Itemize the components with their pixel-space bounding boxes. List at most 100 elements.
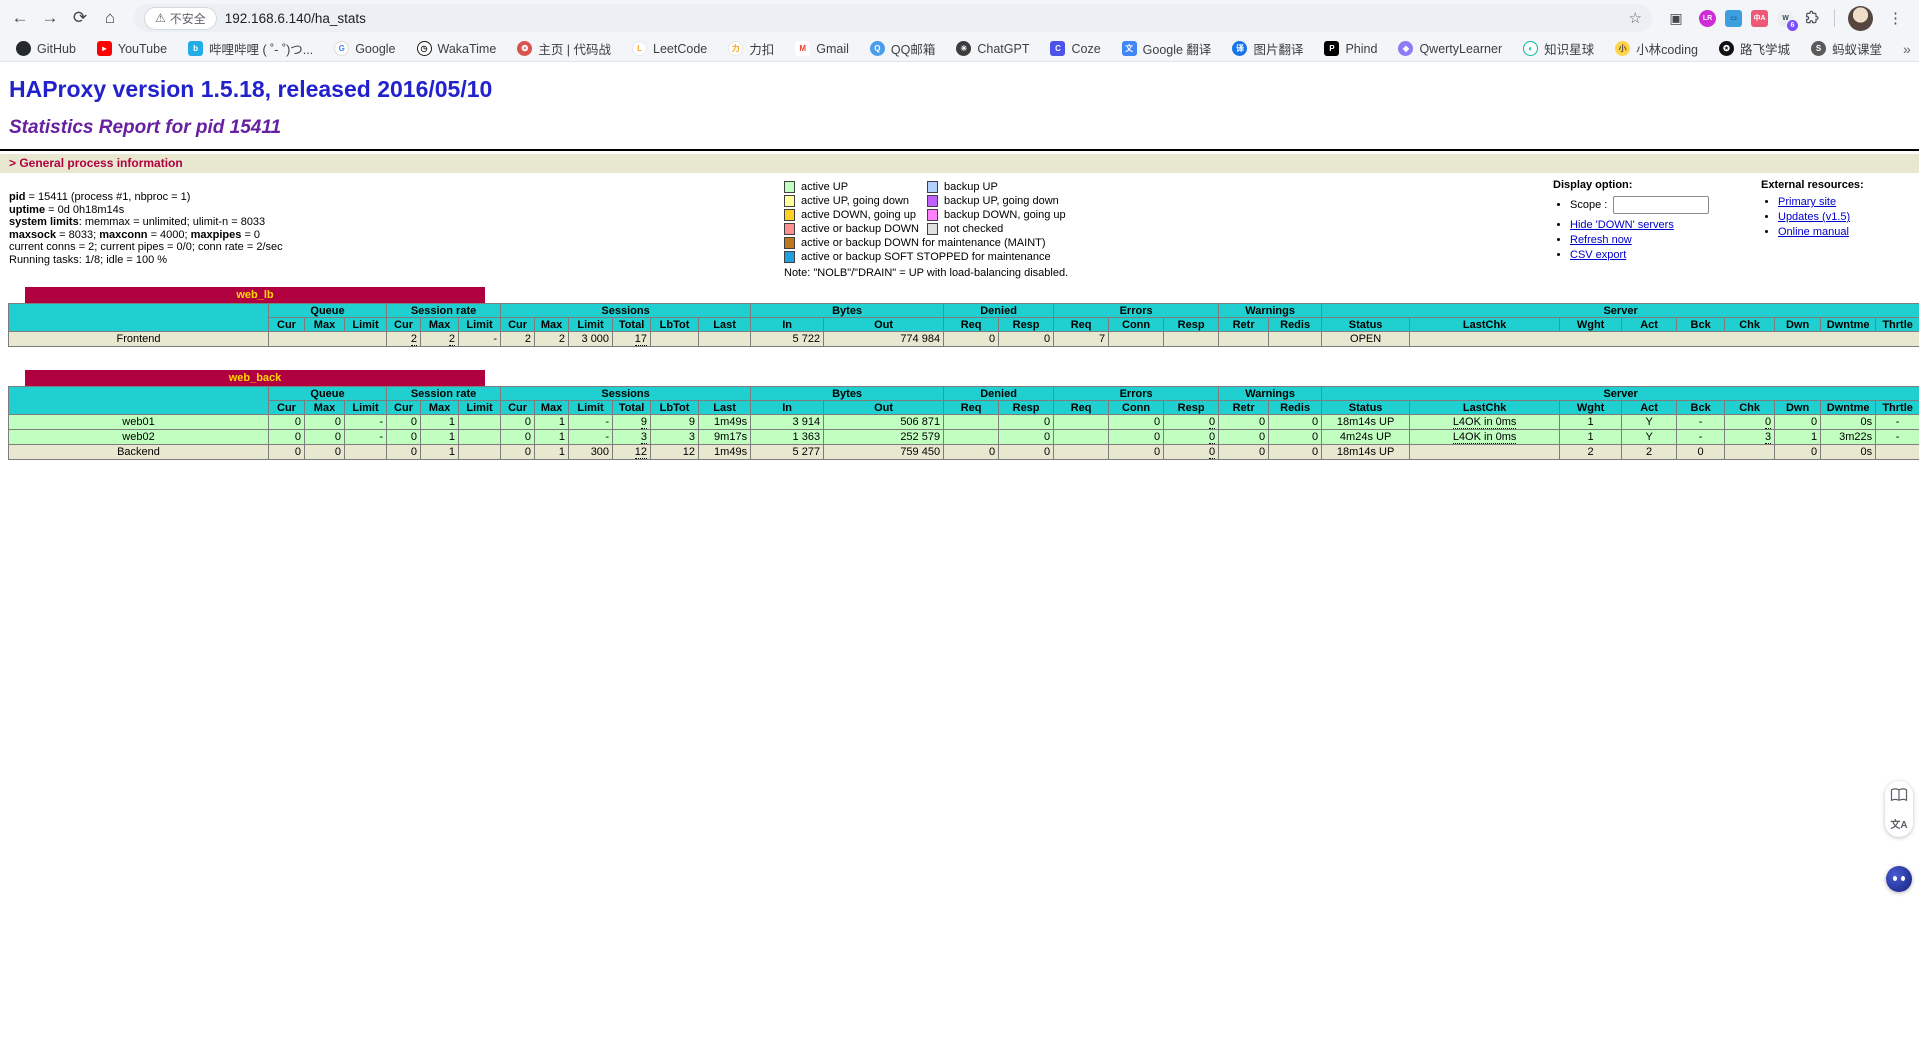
- bookmark-item[interactable]: ✪路飞学城: [1719, 39, 1790, 58]
- column-header: Cur: [501, 401, 535, 415]
- column-header: Cur: [501, 318, 535, 332]
- column-header: Redis: [1269, 401, 1322, 415]
- profile-avatar[interactable]: [1848, 6, 1873, 31]
- bookmark-star-icon[interactable]: ☆: [1629, 9, 1642, 27]
- stat-cell: 0: [999, 415, 1054, 430]
- corner-header: [9, 387, 269, 415]
- extensions-puzzle-icon[interactable]: [1803, 9, 1821, 27]
- lr-extension-icon[interactable]: LR: [1699, 10, 1716, 27]
- stat-cell: 0: [999, 430, 1054, 445]
- bookmark-item[interactable]: 文Google 翻译: [1122, 39, 1212, 58]
- security-chip[interactable]: ⚠ 不安全: [144, 7, 217, 30]
- group-header: Queue: [269, 387, 387, 401]
- bookmark-item[interactable]: ◐知识星球: [1523, 39, 1594, 58]
- bookmark-item[interactable]: GitHub: [16, 41, 76, 56]
- stat-cell: -: [1677, 415, 1725, 430]
- address-bar[interactable]: ⚠ 不安全 192.168.6.140/ha_stats ☆: [134, 4, 1652, 32]
- browser-menu-icon[interactable]: ⋮: [1882, 9, 1909, 27]
- option-link[interactable]: Primary site: [1778, 196, 1836, 208]
- group-header: Warnings: [1219, 304, 1322, 318]
- translate-extension-icon[interactable]: 中A: [1751, 10, 1768, 27]
- bookmark-label: 力扣: [749, 39, 774, 58]
- stat-cell: 0: [1219, 415, 1269, 430]
- stat-cell: [459, 430, 501, 445]
- toolbar-right: ▣ LR ▭ 中A W6 ⋮: [1662, 4, 1913, 32]
- bookmark-item[interactable]: PPhind: [1324, 41, 1377, 56]
- scope-row: Scope :: [1570, 196, 1761, 214]
- bookmark-favicon: 小: [1615, 41, 1630, 56]
- bookmark-item[interactable]: CCoze: [1050, 41, 1100, 56]
- bookmark-item[interactable]: ▸YouTube: [97, 41, 167, 56]
- w-extension-icon[interactable]: W6: [1777, 10, 1794, 27]
- extension-icons: LR ▭ 中A W6: [1699, 10, 1794, 27]
- screenshot-extension-icon[interactable]: ▭: [1725, 10, 1742, 27]
- stat-cell: 0: [1269, 415, 1322, 430]
- assistant-button[interactable]: [1886, 866, 1912, 892]
- legend-label: backup UP, going down: [940, 195, 1072, 207]
- column-header: Resp: [1164, 401, 1219, 415]
- bookmark-item[interactable]: 力力扣: [728, 39, 774, 58]
- group-header: Sessions: [501, 304, 751, 318]
- stat-cell: 0: [1775, 415, 1821, 430]
- option-item: Refresh now: [1570, 234, 1761, 246]
- stat-cell: [1269, 332, 1322, 347]
- bookmarks-overflow-chevron[interactable]: »: [1903, 41, 1919, 57]
- page-title[interactable]: HAProxy version 1.5.18, released 2016/05…: [9, 76, 1919, 103]
- stat-cell: 0: [1269, 445, 1322, 460]
- bookmark-item[interactable]: ✳ChatGPT: [956, 41, 1029, 56]
- stat-cell: 2: [501, 332, 535, 347]
- home-icon[interactable]: ⌂: [96, 4, 124, 32]
- stat-cell: 0: [269, 430, 305, 445]
- bookmark-item[interactable]: ◷WakaTime: [417, 41, 497, 56]
- bookmark-item[interactable]: S蚂蚁课堂: [1811, 39, 1882, 58]
- bookmark-item[interactable]: 小小林coding: [1615, 39, 1698, 58]
- bookmark-item[interactable]: ◆QwertyLearner: [1398, 41, 1502, 56]
- bookmark-label: 知识星球: [1544, 39, 1594, 58]
- option-link[interactable]: Refresh now: [1570, 234, 1632, 246]
- stat-cell: -: [1876, 415, 1919, 430]
- group-header: Denied: [944, 387, 1054, 401]
- row-label: Backend: [9, 445, 269, 460]
- option-link[interactable]: Online manual: [1778, 226, 1849, 238]
- bookmark-label: QwertyLearner: [1419, 42, 1502, 56]
- group-header: Sessions: [501, 387, 751, 401]
- bookmark-item[interactable]: LLeetCode: [632, 41, 707, 56]
- bookmark-item[interactable]: b哔哩哔哩 ( ˚- ˚)つ...: [188, 39, 313, 58]
- stat-cell: 506 871: [824, 415, 944, 430]
- option-link[interactable]: CSV export: [1570, 249, 1626, 261]
- bookmark-label: ChatGPT: [977, 42, 1029, 56]
- stat-cell: 5 722: [751, 332, 824, 347]
- back-icon[interactable]: ←: [6, 4, 34, 32]
- bookmark-label: 路飞学城: [1740, 39, 1790, 58]
- column-header: Chk: [1725, 401, 1775, 415]
- stat-cell: 1 363: [751, 430, 824, 445]
- url-text[interactable]: 192.168.6.140/ha_stats: [225, 11, 1621, 26]
- stat-cell: 1: [421, 430, 459, 445]
- process-info-line: maxsock = 8033; maxconn = 4000; maxpipes…: [9, 229, 782, 242]
- bookmark-item[interactable]: QQQ邮箱: [870, 39, 935, 58]
- column-header: Max: [421, 318, 459, 332]
- bookmark-favicon: ▸: [97, 41, 112, 56]
- column-header: Dwntme: [1821, 318, 1876, 332]
- side-panel-icon[interactable]: ▣: [1662, 4, 1690, 32]
- bookmark-item[interactable]: GGoogle: [334, 41, 395, 56]
- option-link[interactable]: Hide 'DOWN' servers: [1570, 219, 1674, 231]
- scope-input[interactable]: [1613, 196, 1709, 214]
- divider: [0, 149, 1919, 151]
- reader-book-icon[interactable]: [1890, 786, 1908, 804]
- forward-icon[interactable]: →: [36, 4, 64, 32]
- option-link[interactable]: Updates (v1.5): [1778, 211, 1850, 223]
- stat-cell: -: [1677, 430, 1725, 445]
- stat-cell: 0: [944, 445, 999, 460]
- stat-cell: 7: [1054, 332, 1109, 347]
- bookmark-item[interactable]: MGmail: [795, 41, 849, 56]
- bookmark-item[interactable]: ❂主页 | 代码战: [517, 39, 611, 58]
- column-header: Cur: [387, 401, 421, 415]
- reload-icon[interactable]: ⟳: [66, 4, 94, 32]
- browser-toolbar: ← → ⟳ ⌂ ⚠ 不安全 192.168.6.140/ha_stats ☆ ▣…: [0, 0, 1919, 36]
- translate-widget-icon[interactable]: 文A: [1890, 814, 1908, 832]
- stat-cell: 1: [1560, 415, 1622, 430]
- column-header: Out: [824, 401, 944, 415]
- bookmark-item[interactable]: 译图片翻译: [1232, 39, 1303, 58]
- stat-cell: [699, 332, 751, 347]
